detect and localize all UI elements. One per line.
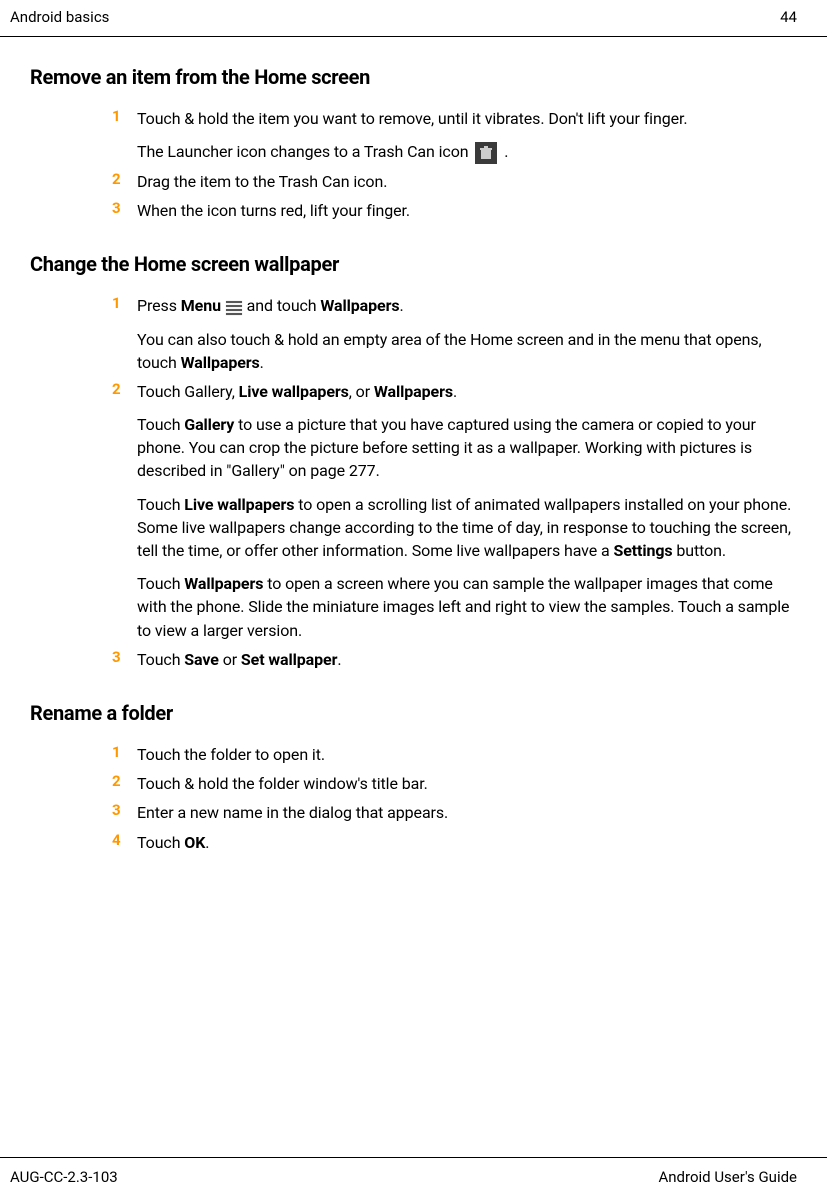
step-1: 1 Touch the folder to open it. xyxy=(30,743,797,766)
section-wallpaper: Change the Home screen wallpaper 1 Press… xyxy=(30,252,797,671)
step-body: Enter a new name in the dialog that appe… xyxy=(137,801,797,824)
step-body: Touch & hold the item you want to remove… xyxy=(137,107,797,164)
step-text: Press Menu and touch Wallpapers. xyxy=(137,294,797,317)
step-body: Touch the folder to open it. xyxy=(137,743,797,766)
step-number: 3 xyxy=(112,801,137,819)
section-title: Change the Home screen wallpaper xyxy=(30,252,797,276)
header-left: Android basics xyxy=(10,8,109,26)
step-body: Drag the item to the Trash Can icon. xyxy=(137,170,797,193)
step-body: Touch & hold the folder window's title b… xyxy=(137,772,797,795)
menu-icon xyxy=(226,301,242,314)
step-text: Touch & hold the folder window's title b… xyxy=(137,772,797,795)
section-title: Remove an item from the Home screen xyxy=(30,65,797,89)
section-title: Rename a folder xyxy=(30,701,797,725)
step-2: 2 Touch Gallery, Live wallpapers, or Wal… xyxy=(30,380,797,642)
section-remove-item: Remove an item from the Home screen 1 To… xyxy=(30,65,797,222)
step-4: 4 Touch OK. xyxy=(30,831,797,854)
footer-left: AUG-CC-2.3-103 xyxy=(10,1168,118,1186)
step-number: 2 xyxy=(112,170,137,188)
step-number: 3 xyxy=(112,199,137,217)
step-body: Touch Save or Set wallpaper. xyxy=(137,648,797,671)
step-number: 2 xyxy=(112,772,137,790)
step-number: 1 xyxy=(112,294,137,312)
step-text: Touch Live wallpapers to open a scrollin… xyxy=(137,493,797,563)
step-3: 3 Touch Save or Set wallpaper. xyxy=(30,648,797,671)
step-1: 1 Touch & hold the item you want to remo… xyxy=(30,107,797,164)
step-text: Drag the item to the Trash Can icon. xyxy=(137,170,797,193)
step-body: Press Menu and touch Wallpapers. You can… xyxy=(137,294,797,374)
section-rename-folder: Rename a folder 1 Touch the folder to op… xyxy=(30,701,797,854)
page-footer: AUG-CC-2.3-103 Android User's Guide xyxy=(0,1157,827,1196)
step-text: Touch the folder to open it. xyxy=(137,743,797,766)
step-number: 4 xyxy=(112,831,137,849)
step-text: Enter a new name in the dialog that appe… xyxy=(137,801,797,824)
step-3: 3 Enter a new name in the dialog that ap… xyxy=(30,801,797,824)
step-number: 1 xyxy=(112,107,137,125)
step-text: Touch Gallery, Live wallpapers, or Wallp… xyxy=(137,380,797,403)
step-2: 2 Drag the item to the Trash Can icon. xyxy=(30,170,797,193)
step-text: Touch & hold the item you want to remove… xyxy=(137,107,797,130)
step-number: 1 xyxy=(112,743,137,761)
step-body: Touch OK. xyxy=(137,831,797,854)
step-body: Touch Gallery, Live wallpapers, or Wallp… xyxy=(137,380,797,642)
step-1: 1 Press Menu and touch Wallpapers. You c… xyxy=(30,294,797,374)
step-3: 3 When the icon turns red, lift your fin… xyxy=(30,199,797,222)
step-text: The Launcher icon changes to a Trash Can… xyxy=(137,140,797,164)
step-text: Touch OK. xyxy=(137,831,797,854)
step-text: When the icon turns red, lift your finge… xyxy=(137,199,797,222)
step-text: You can also touch & hold an empty area … xyxy=(137,328,797,374)
step-text: Touch Wallpapers to open a screen where … xyxy=(137,572,797,642)
step-text: Touch Save or Set wallpaper. xyxy=(137,648,797,671)
step-number: 2 xyxy=(112,380,137,398)
step-body: When the icon turns red, lift your finge… xyxy=(137,199,797,222)
page-header: Android basics 44 xyxy=(0,0,827,37)
step-number: 3 xyxy=(112,648,137,666)
trash-can-icon xyxy=(475,142,497,164)
step-2: 2 Touch & hold the folder window's title… xyxy=(30,772,797,795)
footer-right: Android User's Guide xyxy=(658,1168,797,1186)
page-number: 44 xyxy=(780,8,797,26)
step-text: Touch Gallery to use a picture that you … xyxy=(137,413,797,483)
page-content: Remove an item from the Home screen 1 To… xyxy=(0,65,827,854)
